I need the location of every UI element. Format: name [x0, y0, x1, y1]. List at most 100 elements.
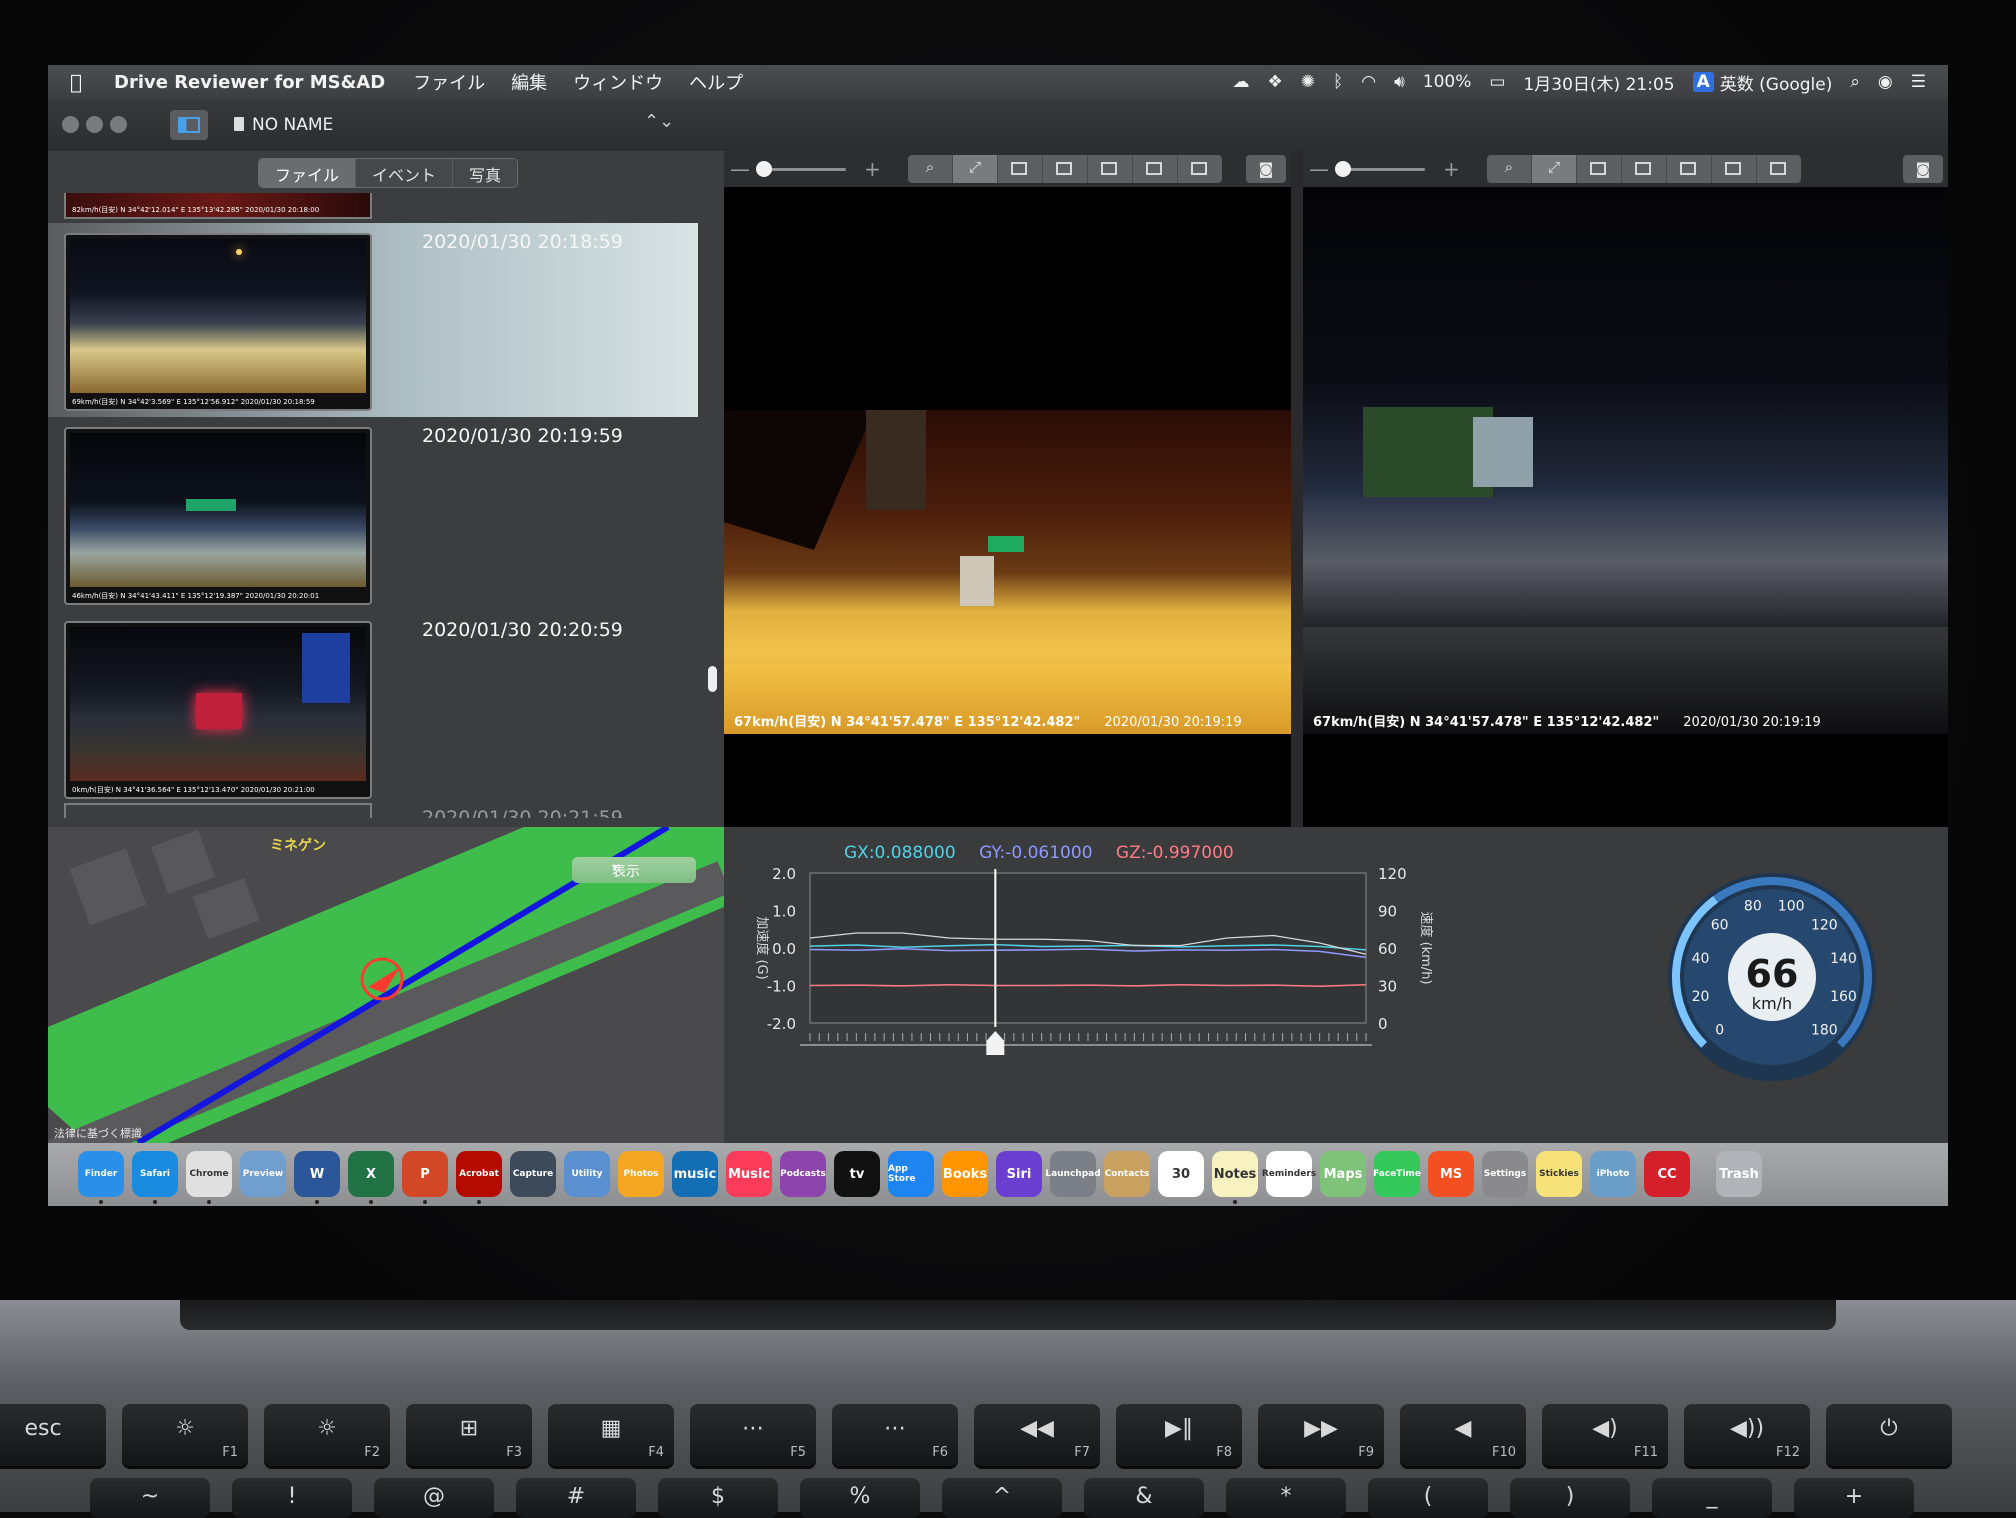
dock-app-books-icon[interactable]: Books	[942, 1151, 988, 1197]
dock-app-finder-icon[interactable]: Finder	[78, 1151, 124, 1197]
fit-screen-icon[interactable]: ⤢	[953, 155, 998, 183]
file-row[interactable]: 0km/h(目安) N 34°41'36.564" E 135°12'13.47…	[48, 611, 698, 805]
menu-window[interactable]: ウィンドウ	[573, 69, 663, 95]
dock-app-safari-icon[interactable]: Safari	[132, 1151, 178, 1197]
dock-app-settings-icon[interactable]: Settings	[1482, 1151, 1528, 1197]
dock-app-utility-icon[interactable]: Utility	[564, 1151, 610, 1197]
cloud-upload-icon[interactable]: ☁	[1233, 72, 1250, 92]
magnify-icon[interactable]: ⌕	[908, 155, 953, 183]
file-row[interactable]: 69km/h(目安) N 34°42'3.569" E 135°12'56.91…	[48, 223, 698, 417]
zoom-out-button[interactable]: —	[1309, 157, 1329, 181]
siri-icon[interactable]: ◉	[1878, 72, 1893, 92]
dock-app-acrobat-icon[interactable]: Acrobat	[456, 1151, 502, 1197]
zoom-in-button[interactable]: +	[864, 157, 881, 181]
key-glyph: +	[1844, 1484, 1864, 1509]
zoom-in-button[interactable]: +	[1443, 157, 1460, 181]
dock-app-reminders-icon[interactable]: Reminders	[1262, 1151, 1316, 1197]
layout-pip-br-icon[interactable]	[1757, 155, 1801, 183]
dock-app-notes-icon[interactable]: Notes	[1212, 1151, 1258, 1197]
zoom-out-button[interactable]: —	[730, 157, 750, 181]
dock-app-w-icon[interactable]: W	[294, 1151, 340, 1197]
notification-center-icon[interactable]: ☰	[1911, 72, 1926, 92]
sidebar-toggle-icon[interactable]	[170, 110, 208, 140]
dock-app-music-icon[interactable]: Music	[726, 1151, 772, 1197]
file-list-scrollbar[interactable]	[708, 666, 717, 692]
acceleration-speed-chart[interactable]: 2.0 1.0 0.0 -1.0 -2.0 120 90 60 30 0 加速度 (G) 速度 (km…	[724, 827, 1644, 1143]
dock-app-tv-icon[interactable]: tv	[834, 1151, 880, 1197]
input-source-icon[interactable]: A	[1692, 72, 1714, 92]
menu-file[interactable]: ファイル	[413, 69, 485, 95]
dock-app-stickies-icon[interactable]: Stickies	[1536, 1151, 1582, 1197]
key-glyph: ⏻	[1880, 1416, 1898, 1441]
file-thumbnail-partial[interactable]: 82km/h(目安) N 34°42'12.014" E 135°13'42.2…	[64, 193, 372, 219]
dock-app-photos-icon[interactable]: Photos	[618, 1151, 664, 1197]
tab-photos[interactable]: 写真	[453, 159, 518, 187]
layout-pip-bl-icon[interactable]	[1712, 155, 1757, 183]
layout-pip-tr-icon[interactable]	[1088, 155, 1133, 183]
file-thumbnail-partial[interactable]	[64, 803, 372, 818]
speedometer-tick-label: 0	[1715, 1022, 1724, 1038]
menu-edit[interactable]: 編集	[511, 69, 547, 95]
dock-app-facetime-icon[interactable]: FaceTime	[1373, 1151, 1421, 1197]
map-display-select[interactable]: 表示 ▾	[572, 857, 696, 883]
layout-pip-tl-icon[interactable]	[1622, 155, 1667, 183]
spotlight-search-icon[interactable]: ⌕	[1850, 72, 1860, 92]
layout-single-icon[interactable]	[1577, 155, 1622, 183]
camera-snapshot-icon[interactable]: ◙	[1903, 155, 1943, 183]
tab-events[interactable]: イベント	[356, 159, 454, 187]
dock-app-cc-icon[interactable]: CC	[1644, 1151, 1690, 1197]
volume-selector[interactable]: NO NAME	[234, 115, 333, 135]
volume-icon[interactable]: 🔊︎	[1394, 72, 1405, 92]
dock-app-preview-icon[interactable]: Preview	[240, 1151, 286, 1197]
map-view[interactable]: ミネゲン 表示 ▾ 法律に基づく標識	[48, 827, 724, 1143]
playback-slider-thumb[interactable]	[1335, 161, 1351, 177]
video-player-front[interactable]: 67km/h(目安) N 34°41'57.478" E 135°12'42.4…	[724, 187, 1291, 827]
input-source-label[interactable]: 英数 (Google)	[1720, 70, 1833, 95]
layout-single-icon[interactable]	[998, 155, 1043, 183]
chevron-updown-icon[interactable]: ⌃⌄	[644, 111, 674, 132]
close-window-button[interactable]	[62, 116, 79, 133]
key-glyph: ◀))	[1729, 1416, 1765, 1441]
camera-snapshot-icon[interactable]: ◙	[1246, 155, 1286, 183]
keyboard-key: ◀ F10	[1400, 1404, 1526, 1466]
menu-help[interactable]: ヘルプ	[689, 69, 743, 95]
layout-pip-tr-icon[interactable]	[1667, 155, 1712, 183]
dock-app-podcasts-icon[interactable]: Podcasts	[780, 1151, 826, 1197]
app-menu[interactable]: Drive Reviewer for MS&AD	[114, 72, 385, 93]
dock-app-30-icon[interactable]: 30	[1158, 1151, 1204, 1197]
clock[interactable]: 1月30日(木) 21:05	[1523, 70, 1674, 95]
zoom-window-button[interactable]	[110, 116, 127, 133]
dock-app-app-store-icon[interactable]: App Store	[888, 1151, 934, 1197]
dock-app-siri-icon[interactable]: Siri	[996, 1151, 1042, 1197]
dock-app-contacts-icon[interactable]: Contacts	[1104, 1151, 1150, 1197]
creative-cloud-icon[interactable]: ✺	[1301, 72, 1315, 92]
minimize-window-button[interactable]	[86, 116, 103, 133]
dock-app-iphoto-icon[interactable]: iPhoto	[1590, 1151, 1636, 1197]
dock-app-launchpad-icon[interactable]: Launchpad	[1045, 1151, 1101, 1197]
wifi-icon[interactable]: ◠	[1361, 72, 1376, 92]
layout-pip-tl-icon[interactable]	[1043, 155, 1088, 183]
dock-app-music-icon[interactable]: music	[672, 1151, 718, 1197]
dock-app-chrome-icon[interactable]: Chrome	[186, 1151, 232, 1197]
dock-app-maps-icon[interactable]: Maps	[1320, 1151, 1366, 1197]
tab-files[interactable]: ファイル	[259, 159, 357, 187]
layout-pip-br-icon[interactable]	[1178, 155, 1222, 183]
dock-app-x-icon[interactable]: X	[348, 1151, 394, 1197]
battery-icon[interactable]: ▭	[1489, 72, 1505, 92]
dock-app-capture-icon[interactable]: Capture	[510, 1151, 556, 1197]
playback-slider-thumb[interactable]	[756, 161, 772, 177]
dock-app-p-icon[interactable]: P	[402, 1151, 448, 1197]
apple-menu-icon[interactable]: 	[70, 70, 100, 94]
dock: Finder Safari Chrome Preview W X P Acrobat Captu…	[48, 1143, 1948, 1206]
dropbox-icon[interactable]: ❖	[1268, 72, 1283, 92]
fit-screen-icon[interactable]: ⤢	[1532, 155, 1577, 183]
video-player-rear[interactable]: 67km/h(目安) N 34°41'57.478" E 135°12'42.4…	[1303, 187, 1948, 827]
dock-app-trash-icon[interactable]: Trash	[1716, 1151, 1762, 1197]
magnify-icon[interactable]: ⌕	[1487, 155, 1532, 183]
bluetooth-icon[interactable]: ᛒ	[1333, 72, 1343, 92]
dock-app-ms-icon[interactable]: MS	[1428, 1151, 1474, 1197]
key-glyph: ▶▶	[1304, 1416, 1338, 1441]
pane-divider[interactable]	[1291, 151, 1303, 827]
file-row[interactable]: 46km/h(目安) N 34°41'43.411" E 135°12'19.3…	[48, 417, 698, 611]
layout-pip-bl-icon[interactable]	[1133, 155, 1178, 183]
